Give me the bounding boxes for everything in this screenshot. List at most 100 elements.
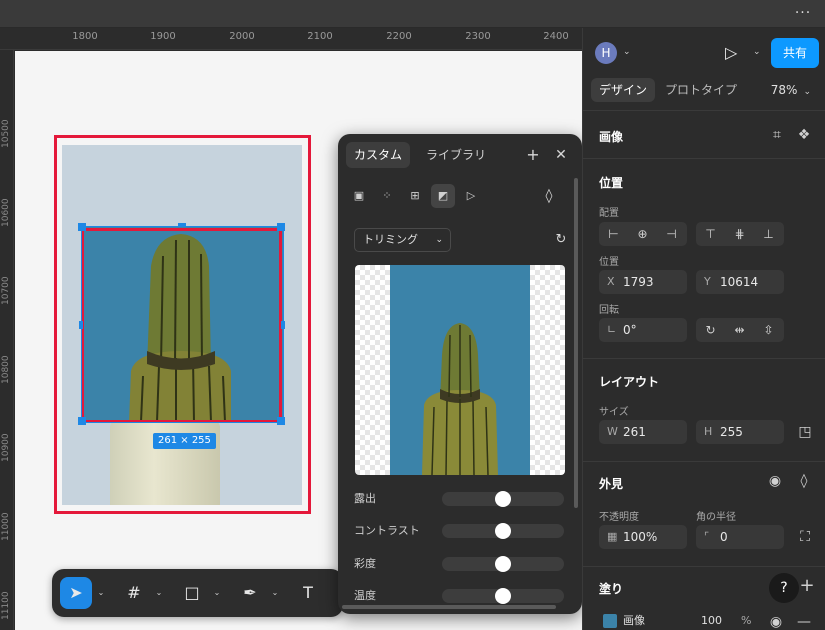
- eye-icon[interactable]: ◉: [765, 471, 785, 491]
- solid-fill-icon[interactable]: ▣: [347, 184, 371, 208]
- more-menu-button[interactable]: ···: [789, 3, 817, 25]
- ruler-x-tick: 2100: [307, 31, 333, 42]
- fill-opacity[interactable]: 100: [701, 610, 722, 630]
- image-mode-value: トリミング: [363, 233, 418, 246]
- eye-icon[interactable]: ◉: [766, 612, 786, 630]
- align-center-h-icon[interactable]: ⊕: [628, 222, 657, 246]
- align-bottom-icon[interactable]: ⊥: [754, 222, 783, 246]
- move-tool-dropdown[interactable]: ⌄: [96, 577, 106, 609]
- saturation-row: 彩度: [354, 554, 566, 574]
- pattern-fill-icon[interactable]: ⊞: [403, 184, 427, 208]
- ruler-y-tick: 10600: [1, 198, 11, 227]
- drop-icon[interactable]: ◊: [794, 471, 814, 491]
- pen-tool-dropdown[interactable]: ⌄: [270, 577, 280, 609]
- saturation-label: 彩度: [354, 557, 376, 570]
- drop-icon[interactable]: ◊: [539, 186, 559, 206]
- popup-horizontal-scrollbar[interactable]: [342, 605, 556, 609]
- image-fill-icon[interactable]: ◩: [431, 184, 455, 208]
- crop-icon[interactable]: ⌗: [767, 125, 787, 145]
- image-preview[interactable]: [355, 265, 565, 475]
- pen-tool-button[interactable]: ✒: [234, 577, 266, 609]
- resize-handle-left[interactable]: [79, 321, 83, 329]
- gradient-fill-icon[interactable]: ⁘: [375, 184, 399, 208]
- vertical-ruler: 10500 10600 10700 10800 10900 11000 1110…: [0, 50, 14, 630]
- zoom-control[interactable]: 78% ⌄: [771, 78, 811, 104]
- flip-vertical-icon[interactable]: ⇳: [754, 318, 783, 342]
- share-button[interactable]: 共有: [771, 38, 819, 68]
- fill-item[interactable]: 画像 100 %: [597, 610, 757, 630]
- ruler-x-tick: 2400: [543, 31, 569, 42]
- rotate-image-icon[interactable]: ↻: [551, 230, 571, 250]
- ruler-y-tick: 10500: [1, 119, 11, 148]
- tab-library[interactable]: ライブラリ: [418, 142, 494, 168]
- contrast-slider[interactable]: [442, 523, 564, 539]
- add-fill-icon[interactable]: +: [797, 576, 817, 596]
- add-icon[interactable]: +: [523, 145, 543, 165]
- help-button[interactable]: ?: [769, 573, 799, 603]
- resize-handle-top-left[interactable]: [78, 223, 86, 231]
- y-prefix: Y: [704, 275, 711, 288]
- selection-bottom-edge: [81, 422, 284, 423]
- chevron-down-icon[interactable]: ⌄: [623, 47, 631, 57]
- opacity-icon: ▦: [607, 530, 618, 543]
- temperature-slider-knob[interactable]: [495, 588, 511, 604]
- saturation-slider-knob[interactable]: [495, 556, 511, 572]
- shape-tool-dropdown[interactable]: ⌄: [212, 577, 222, 609]
- independent-corners-icon[interactable]: ⛶: [795, 527, 815, 547]
- tab-prototype[interactable]: プロトタイプ: [657, 78, 745, 102]
- width-field[interactable]: W 261: [599, 420, 687, 444]
- contrast-slider-knob[interactable]: [495, 523, 511, 539]
- exposure-label: 露出: [354, 492, 376, 505]
- popup-vertical-scrollbar[interactable]: [574, 178, 578, 508]
- exposure-slider[interactable]: [442, 491, 564, 507]
- resize-to-fit-icon[interactable]: ◳: [795, 422, 815, 442]
- layout-section-title: レイアウト: [599, 375, 660, 389]
- saturation-slider[interactable]: [442, 556, 564, 572]
- rotation-field[interactable]: ∟ 0°: [599, 318, 687, 342]
- resize-handle-bottom-left[interactable]: [78, 417, 86, 425]
- x-prefix: X: [607, 275, 615, 288]
- ruler-x-tick: 2200: [386, 31, 412, 42]
- flip-horizontal-icon[interactable]: ⇹: [725, 318, 754, 342]
- move-tool-button[interactable]: ➤: [60, 577, 92, 609]
- text-tool-button[interactable]: T: [292, 577, 324, 609]
- video-fill-icon[interactable]: ▷: [459, 184, 483, 208]
- tab-design[interactable]: デザイン: [591, 78, 656, 102]
- rotate-icon[interactable]: ↻: [696, 318, 725, 342]
- contrast-row: コントラスト: [354, 521, 566, 541]
- divider: [583, 158, 825, 159]
- temperature-slider[interactable]: [442, 588, 564, 604]
- remove-fill-icon[interactable]: —: [794, 612, 814, 630]
- image-mode-select[interactable]: トリミング ⌄: [354, 228, 451, 252]
- frame-tool-button[interactable]: #: [118, 577, 150, 609]
- close-icon[interactable]: ✕: [551, 145, 571, 165]
- y-position-field[interactable]: Y 10614: [696, 270, 784, 294]
- frame-tool-dropdown[interactable]: ⌄: [154, 577, 164, 609]
- crop-highlight: [81, 228, 282, 423]
- position-label: 位置: [599, 257, 619, 268]
- corner-radius-field[interactable]: ⌜ 0: [696, 525, 784, 549]
- chevron-down-icon[interactable]: ⌄: [753, 47, 761, 57]
- ruler-x-tick: 1800: [72, 31, 98, 42]
- align-middle-icon[interactable]: ⋕: [725, 222, 754, 246]
- avatar[interactable]: H: [595, 42, 617, 64]
- resize-handle-right[interactable]: [281, 321, 285, 329]
- align-right-icon[interactable]: ⊣: [657, 222, 686, 246]
- height-field[interactable]: H 255: [696, 420, 784, 444]
- fill-swatch[interactable]: [603, 614, 617, 628]
- component-icon[interactable]: ❖: [794, 125, 814, 145]
- exposure-slider-knob[interactable]: [495, 491, 511, 507]
- resize-handle-top[interactable]: [178, 223, 186, 227]
- ruler-y-tick: 10900: [1, 433, 11, 462]
- resize-handle-top-right[interactable]: [277, 223, 285, 231]
- x-position-field[interactable]: X 1793: [599, 270, 687, 294]
- align-top-icon[interactable]: ⊤: [696, 222, 725, 246]
- present-play-icon[interactable]: ▷: [725, 43, 743, 63]
- tab-custom[interactable]: カスタム: [346, 142, 411, 168]
- divider: [583, 110, 825, 111]
- resize-handle-bottom-right[interactable]: [277, 417, 285, 425]
- opacity-field[interactable]: ▦ 100%: [599, 525, 687, 549]
- align-left-icon[interactable]: ⊢: [599, 222, 628, 246]
- shape-tool-button[interactable]: □: [176, 577, 208, 609]
- contrast-label: コントラスト: [354, 524, 420, 537]
